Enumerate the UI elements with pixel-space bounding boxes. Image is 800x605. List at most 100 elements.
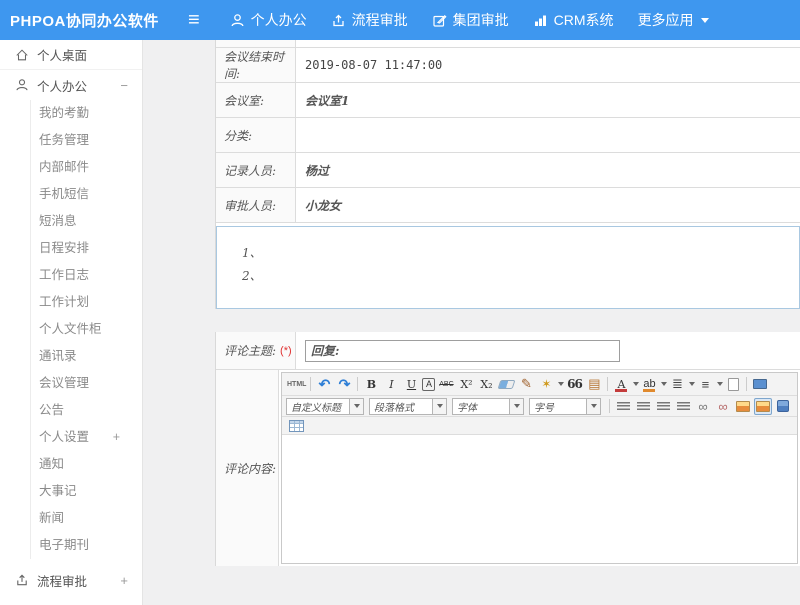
field-value: 会议室1 bbox=[305, 92, 349, 109]
meeting-notes-textarea[interactable]: 1、 2、 bbox=[216, 226, 800, 309]
font-color-icon[interactable]: A bbox=[612, 376, 630, 393]
hamburger-menu-icon[interactable]: ≡ bbox=[188, 10, 200, 30]
sidebar-item-personal-file-cabinet[interactable]: 个人文件柜 bbox=[31, 316, 142, 343]
sidebar-item-schedule[interactable]: 日程安排 bbox=[31, 235, 142, 262]
select-value: 自定义标题 bbox=[287, 399, 349, 414]
font-style-icon[interactable]: A bbox=[422, 378, 435, 391]
field-value: 2019-08-07 11:47:00 bbox=[305, 58, 442, 72]
panel-gap bbox=[215, 309, 800, 332]
paste-icon[interactable]: ▤ bbox=[585, 376, 603, 393]
field-label: 会议结束时间: bbox=[224, 48, 295, 82]
sidebar-item-news[interactable]: 新闻 bbox=[31, 505, 142, 532]
expand-icon[interactable]: + bbox=[113, 424, 120, 451]
autoformat-icon[interactable]: ✶ bbox=[537, 376, 555, 393]
sidebar-item-personal-desktop[interactable]: 个人桌面 bbox=[0, 40, 142, 70]
nav-item-workflow-approval[interactable]: 流程审批 bbox=[331, 10, 408, 30]
sidebar-item-label: 个人桌面 bbox=[37, 45, 87, 64]
dropdown-arrow-icon[interactable] bbox=[558, 382, 564, 386]
fullscreen-icon[interactable] bbox=[751, 376, 769, 393]
comment-panel: 评论主题: (*) 评论内容: HTML ↶ ↷ bbox=[215, 332, 800, 566]
collapse-icon[interactable]: − bbox=[120, 78, 128, 93]
sidebar-item-announcement[interactable]: 公告 bbox=[31, 397, 142, 424]
richtext-editor: HTML ↶ ↷ B I U A ABC X² X₂ bbox=[281, 372, 798, 564]
sidebar-item-internal-mail[interactable]: 内部邮件 bbox=[31, 154, 142, 181]
select-value: 段落格式 bbox=[370, 399, 432, 414]
select-value: 字号 bbox=[530, 399, 586, 414]
nav-item-more-apps[interactable]: 更多应用 bbox=[638, 10, 709, 30]
undo-icon[interactable]: ↶ bbox=[315, 376, 333, 393]
flow-icon bbox=[15, 573, 29, 587]
sidebar-item-address-book[interactable]: 通讯录 bbox=[31, 343, 142, 370]
subscript-icon[interactable]: X₂ bbox=[477, 376, 495, 393]
sidebar-item-label: 个人设置 bbox=[39, 430, 89, 444]
align-right-icon[interactable] bbox=[654, 398, 672, 415]
paragraph-format-select[interactable]: 段落格式 bbox=[369, 398, 447, 415]
nav-label: 个人办公 bbox=[251, 10, 307, 30]
flow-icon bbox=[331, 13, 346, 28]
format-painter-icon[interactable]: ✎ bbox=[517, 376, 535, 393]
font-family-select[interactable]: 字体 bbox=[452, 398, 524, 415]
new-page-icon[interactable] bbox=[724, 376, 742, 393]
italic-icon[interactable]: I bbox=[382, 376, 400, 393]
comment-subject-row: 评论主题: (*) bbox=[216, 332, 800, 370]
underline-icon[interactable]: U bbox=[402, 376, 420, 393]
table-row-recorder: 记录人员: 杨过 bbox=[216, 153, 800, 188]
align-center-icon[interactable] bbox=[634, 398, 652, 415]
strikethrough-icon[interactable]: ABC bbox=[437, 376, 455, 393]
nav-item-personal-office[interactable]: 个人办公 bbox=[230, 10, 307, 30]
format-eraser-icon[interactable] bbox=[497, 376, 515, 393]
insert-table-icon[interactable] bbox=[287, 417, 305, 434]
nav-label: 更多应用 bbox=[638, 10, 694, 30]
sidebar-section-workflow-approval[interactable]: 流程审批 + bbox=[0, 565, 142, 595]
custom-heading-select[interactable]: 自定义标题 bbox=[286, 398, 364, 415]
superscript-icon[interactable]: X² bbox=[457, 376, 475, 393]
sidebar-item-short-message[interactable]: 短消息 bbox=[31, 208, 142, 235]
label-cell bbox=[216, 40, 296, 47]
toolbar-separator bbox=[357, 377, 358, 391]
sidebar-item-memorabilia[interactable]: 大事记 bbox=[31, 478, 142, 505]
ordered-list-icon[interactable]: ≣ bbox=[668, 376, 686, 393]
align-justify-icon[interactable] bbox=[674, 398, 692, 415]
upload-image-icon[interactable] bbox=[754, 398, 772, 415]
table-row-category: 分类: bbox=[216, 118, 800, 153]
insert-media-icon[interactable] bbox=[774, 398, 792, 415]
edit-icon bbox=[432, 13, 447, 28]
field-label: 会议室: bbox=[224, 92, 264, 109]
sidebar-item-my-attendance[interactable]: 我的考勤 bbox=[31, 100, 142, 127]
sidebar-section-personal-office[interactable]: 个人办公 − bbox=[0, 70, 142, 100]
dropdown-arrow-icon[interactable] bbox=[633, 382, 639, 386]
sidebar-item-work-log[interactable]: 工作日志 bbox=[31, 262, 142, 289]
nav-item-group-approval[interactable]: 集团审批 bbox=[432, 10, 509, 30]
redo-icon[interactable]: ↷ bbox=[335, 376, 353, 393]
meeting-detail-panel: 会议结束时间: 2019-08-07 11:47:00 会议室: 会议室1 分类… bbox=[215, 40, 800, 309]
sidebar-item-e-journal[interactable]: 电子期刊 bbox=[31, 532, 142, 559]
align-left-icon[interactable] bbox=[614, 398, 632, 415]
dropdown-arrow-icon[interactable] bbox=[717, 382, 723, 386]
sidebar-item-work-plan[interactable]: 工作计划 bbox=[31, 289, 142, 316]
font-size-select[interactable]: 字号 bbox=[529, 398, 601, 415]
app-brand: PHPOA协同办公软件 bbox=[0, 10, 188, 31]
blockquote-icon[interactable]: 66 bbox=[565, 376, 583, 393]
highlight-color-icon[interactable]: ab bbox=[640, 376, 658, 393]
bold-icon[interactable]: B bbox=[362, 376, 380, 393]
insert-image-icon[interactable] bbox=[734, 398, 752, 415]
home-icon bbox=[15, 48, 29, 62]
expand-icon[interactable]: + bbox=[120, 573, 128, 588]
unordered-list-icon[interactable]: ≡ bbox=[696, 376, 714, 393]
nav-item-crm-system[interactable]: CRM系统 bbox=[533, 10, 614, 30]
sidebar-item-mobile-sms[interactable]: 手机短信 bbox=[31, 181, 142, 208]
sidebar-item-notice[interactable]: 通知 bbox=[31, 451, 142, 478]
unlink-icon[interactable]: ∞ bbox=[714, 398, 732, 415]
html-source-button[interactable]: HTML bbox=[287, 376, 306, 393]
comment-subject-input[interactable] bbox=[305, 340, 620, 362]
link-icon[interactable]: ∞ bbox=[694, 398, 712, 415]
sidebar-item-meeting-management[interactable]: 会议管理 bbox=[31, 370, 142, 397]
comment-content-row: 评论内容: HTML ↶ ↷ B I U A bbox=[216, 370, 800, 566]
dropdown-arrow-icon[interactable] bbox=[689, 382, 695, 386]
sidebar-item-task-management[interactable]: 任务管理 bbox=[31, 127, 142, 154]
sidebar-item-personal-settings[interactable]: 个人设置 + bbox=[31, 424, 142, 451]
user-icon bbox=[15, 78, 29, 92]
editor-content-area[interactable] bbox=[282, 435, 797, 563]
dropdown-arrow-icon[interactable] bbox=[661, 382, 667, 386]
field-label: 记录人员: bbox=[224, 162, 276, 179]
